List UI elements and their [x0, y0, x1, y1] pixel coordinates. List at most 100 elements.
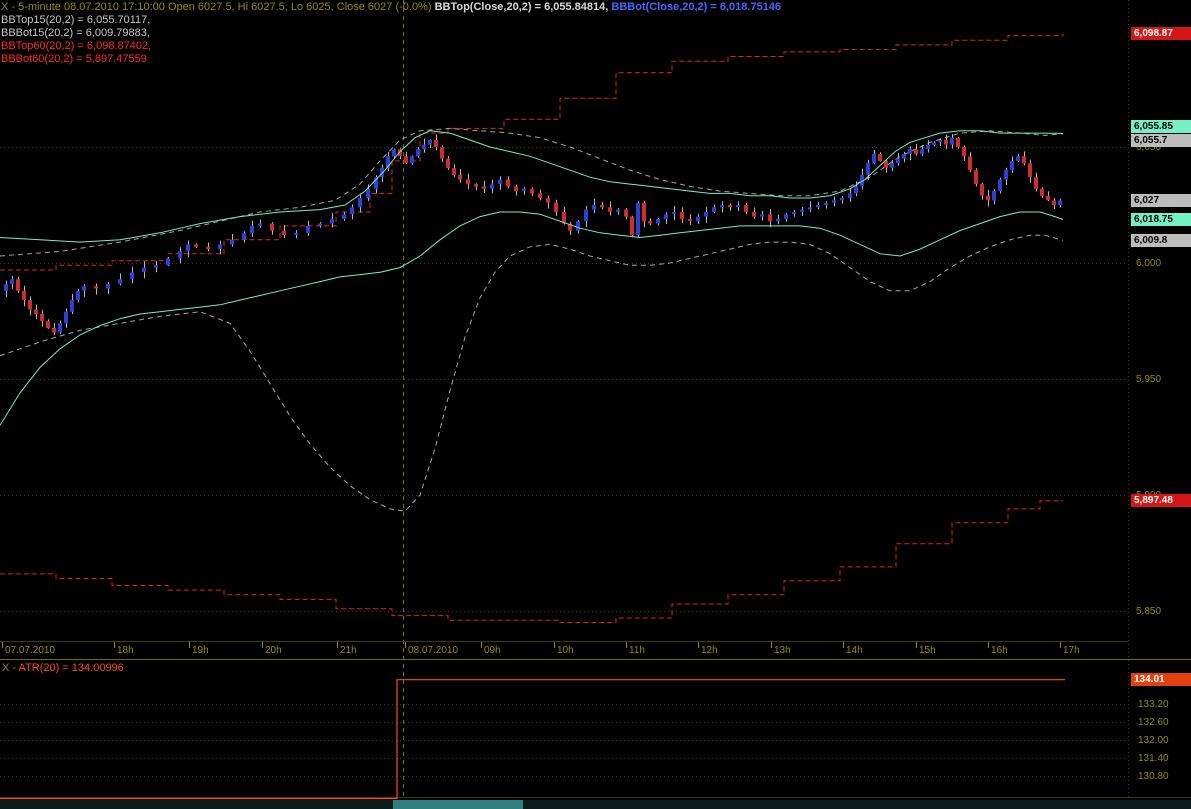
candle-down — [40, 314, 44, 321]
bbtop-close-label: BBTop(Close,20,2) = 6,055.84814, — [435, 1, 612, 13]
candle-up — [186, 244, 190, 251]
candle-down — [270, 224, 274, 231]
candle-down — [94, 286, 98, 288]
time-axis-label: 16h — [991, 645, 1008, 656]
time-axis-label: 14h — [846, 645, 863, 656]
time-axis-label: 20h — [265, 645, 282, 656]
legend-line-1: X - 5-minute 08.07.2010 17:10:00 Open 60… — [1, 1, 781, 14]
candle-up — [872, 154, 876, 163]
candle-up — [920, 149, 924, 154]
candle-up — [792, 212, 796, 214]
time-axis-label: 11h — [629, 645, 645, 656]
candle-up — [366, 189, 370, 198]
candle-up — [592, 205, 596, 210]
candle-up — [816, 205, 820, 207]
candle-down — [506, 180, 510, 187]
bb60-upper-line — [0, 34, 1063, 270]
scrollbar-thumb[interactable] — [393, 800, 523, 809]
candle-up — [712, 207, 716, 212]
candle-up — [392, 149, 396, 156]
atr-axis-label: 133.20 — [1138, 699, 1169, 710]
time-axis-label: 10h — [557, 645, 574, 656]
candle-up — [672, 212, 676, 214]
candle-up — [82, 286, 86, 291]
symbol-ohlc-text: X - 5-minute 08.07.2010 17:10:00 Open 60… — [1, 1, 435, 13]
candle-down — [878, 154, 882, 161]
candle-down — [1040, 189, 1044, 196]
time-axis-label: 15h — [919, 645, 936, 656]
candle-up — [992, 191, 996, 200]
candle-up — [490, 184, 494, 189]
candle-down — [34, 309, 38, 314]
candle-down — [458, 175, 462, 180]
candle-up — [696, 217, 700, 222]
bb15-lower-line — [0, 235, 1063, 511]
candle-down — [452, 168, 456, 175]
candle-up — [938, 140, 942, 142]
time-axis-label: 12h — [701, 645, 718, 656]
bbtop60-label: BBTop60(20,2) = 6,098.87402, — [1, 40, 781, 53]
candle-up — [76, 291, 80, 300]
candle-up — [258, 224, 262, 226]
candle-up — [1010, 161, 1014, 170]
candle-up — [242, 233, 246, 240]
candle-up — [178, 251, 182, 258]
atr-value-tag: 134.01 — [1131, 673, 1191, 686]
candle-up — [64, 312, 68, 324]
candle-down — [744, 205, 748, 212]
time-axis-label: 18h — [117, 645, 134, 656]
candle-down — [608, 207, 612, 212]
candle-up — [848, 193, 852, 198]
candle-up — [166, 258, 170, 265]
candle-down — [600, 205, 604, 207]
candle-up — [230, 240, 234, 245]
atr-axis-label: 131.40 — [1138, 753, 1169, 764]
bb-lower-line — [0, 212, 1063, 425]
candle-up — [1058, 200, 1062, 205]
candle-down — [944, 140, 948, 145]
candle-down — [482, 186, 486, 188]
time-axis-label: 19h — [192, 645, 209, 656]
chart-canvas[interactable] — [0, 0, 1191, 809]
atr-axis-label: 130.80 — [1138, 771, 1169, 782]
candle-up — [350, 207, 354, 214]
candle-down — [974, 170, 978, 184]
candle-up — [498, 180, 502, 185]
candle-down — [624, 210, 628, 217]
bb60-lower-line — [0, 501, 1063, 623]
candle-down — [980, 184, 984, 196]
candle-down — [440, 147, 444, 159]
candle-up — [636, 203, 640, 236]
time-axis-label: 08.07.2010 — [408, 645, 458, 656]
chart-scrollbar[interactable] — [0, 800, 1191, 809]
candle-up — [294, 233, 298, 235]
bbbot-close-label: BBBot(Close,20,2) = 6,018.75146 — [611, 1, 781, 13]
candle-up — [106, 284, 110, 289]
candle-up — [800, 210, 804, 212]
candle-down — [404, 156, 408, 163]
candle-up — [664, 214, 668, 219]
candle-down — [728, 205, 732, 207]
candle-down — [630, 217, 634, 236]
candle-up — [422, 145, 426, 150]
price-tag: 6,098.87 — [1131, 27, 1191, 40]
candle-up — [866, 163, 870, 175]
candle-up — [4, 284, 8, 291]
candle-down — [962, 147, 966, 156]
candle-up — [854, 186, 858, 193]
candle-down — [688, 219, 692, 221]
candle-up — [306, 226, 310, 233]
candle-up — [704, 212, 708, 217]
price-axis-label: 6,000 — [1136, 258, 1161, 269]
candle-down — [1034, 177, 1038, 189]
candle-down — [956, 138, 960, 147]
candle-up — [656, 219, 660, 224]
candle-up — [784, 214, 788, 219]
trading-chart-window: X - 5-minute 08.07.2010 17:10:00 Open 60… — [0, 0, 1191, 809]
candle-up — [926, 145, 930, 150]
candle-up — [410, 156, 414, 163]
chart-legend: X - 5-minute 08.07.2010 17:10:00 Open 60… — [1, 1, 781, 66]
candle-up — [10, 279, 14, 284]
candle-down — [530, 189, 534, 194]
candle-up — [616, 210, 620, 212]
